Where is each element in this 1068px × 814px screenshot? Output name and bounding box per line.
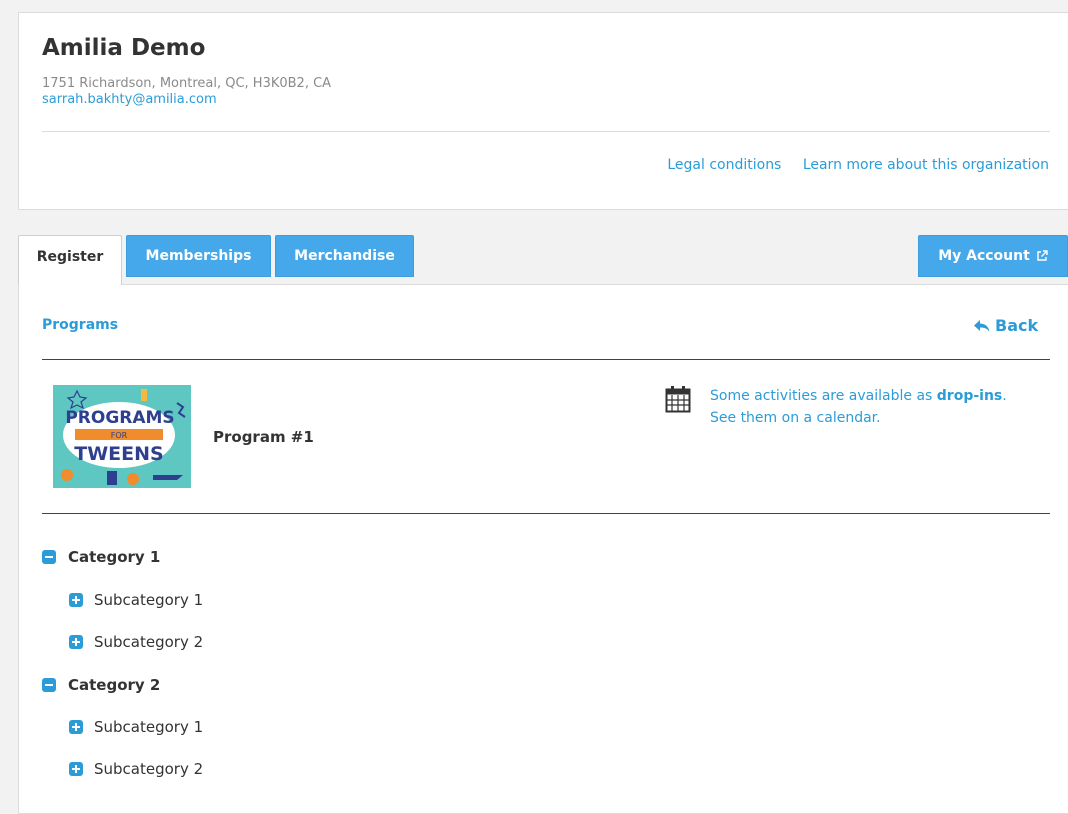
subcategory-item[interactable]: Subcategory 1 [69,591,203,609]
tab-memberships[interactable]: Memberships [126,235,271,277]
organization-name: Amilia Demo [42,35,206,61]
organization-email-link[interactable]: sarrah.bakhty@amilia.com [42,92,217,107]
dropin-prefix: Some activities are available as [710,388,937,404]
subcategory-label: Subcategory 1 [94,591,204,609]
subcategory-label: Subcategory 2 [94,760,204,778]
back-label: Back [995,316,1039,335]
thumbnail-text-for: FOR [111,431,128,440]
dropin-suffix: . [1002,388,1007,404]
thumbnail-text-tweens: TWEENS [74,443,163,465]
dropin-highlight: drop-ins [936,388,1003,404]
reply-arrow-icon [974,319,990,332]
subcategory-item[interactable]: Subcategory 2 [69,633,203,651]
minus-box-icon [42,550,56,564]
organization-links: Legal conditions Learn more about this o… [650,157,1049,173]
tab-register-label: Register [36,248,104,265]
back-button[interactable]: Back [973,316,1038,335]
tab-merchandise[interactable]: Merchandise [275,235,414,277]
thumbnail-text-programs: PROGRAMS [65,408,174,428]
my-account-label: My Account [938,248,1030,264]
program-thumbnail-image[interactable]: PROGRAMS FOR TWEENS [53,385,191,488]
plus-box-icon [69,762,83,776]
category-label: Category 1 [68,548,161,566]
subcategory-item[interactable]: Subcategory 1 [69,718,203,736]
tab-register[interactable]: Register [18,235,122,285]
calendar-link[interactable]: See them on a calendar. [710,410,881,426]
content-divider-top [42,359,1050,360]
breadcrumb-programs[interactable]: Programs [42,317,118,333]
tab-merchandise-label: Merchandise [294,248,395,264]
subcategory-label: Subcategory 1 [94,718,204,736]
my-account-button[interactable]: My Account [918,235,1068,277]
plus-box-icon [69,593,83,607]
legal-conditions-link[interactable]: Legal conditions [667,157,781,173]
subcategory-item[interactable]: Subcategory 2 [69,760,203,778]
organization-divider [42,131,1050,132]
category-label: Category 2 [68,676,161,694]
program-title: Program #1 [213,428,314,446]
organization-card: Amilia Demo 1751 Richardson, Montreal, Q… [18,12,1068,210]
calendar-icon [665,386,691,413]
dropin-notice: Some activities are available as drop-in… [710,385,1007,429]
external-link-icon [1036,250,1048,262]
tab-memberships-label: Memberships [145,248,252,264]
plus-box-icon [69,720,83,734]
organization-address: 1751 Richardson, Montreal, QC, H3K0B2, C… [42,76,332,91]
plus-box-icon [69,635,83,649]
dropin-link[interactable]: Some activities are available as drop-in… [710,388,1002,404]
minus-box-icon [42,678,56,692]
subcategory-label: Subcategory 2 [94,633,204,651]
learn-more-link[interactable]: Learn more about this organization [803,157,1049,173]
program-content-panel: Programs Back PROGRAMS FOR TWEENS Progra… [18,284,1068,814]
category-item[interactable]: Category 2 [42,676,160,694]
category-item[interactable]: Category 1 [42,548,160,566]
content-divider-bottom [42,513,1050,514]
